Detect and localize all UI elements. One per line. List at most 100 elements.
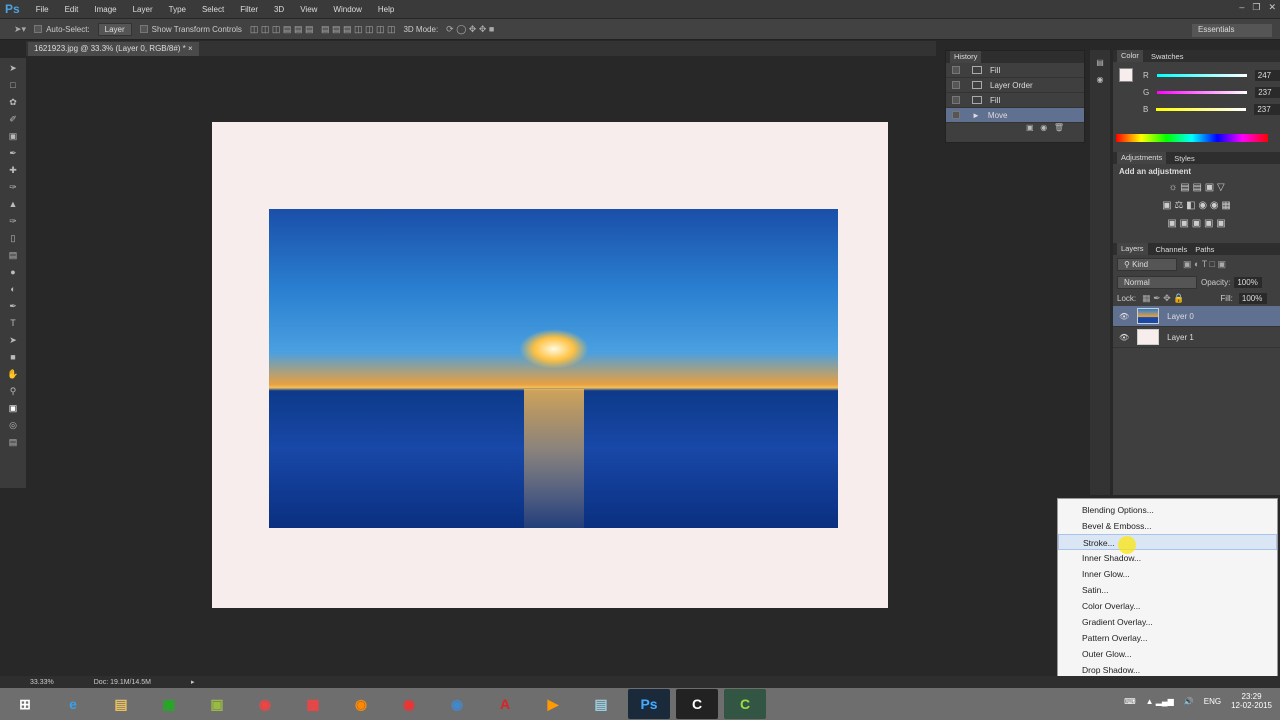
photoshop-taskbar-icon[interactable]: Ps (628, 689, 670, 719)
dodge-tool-icon[interactable]: ◐ (10, 283, 15, 296)
menu-item-inner-glow[interactable]: Inner Glow... (1058, 566, 1277, 582)
camtasia-icon[interactable]: C (676, 689, 718, 719)
auto-select-checkbox[interactable]: Auto-Select: (34, 25, 90, 34)
quick-mask-icon[interactable]: ◎ (9, 419, 17, 432)
network-icon[interactable]: ▲ ▂▄▆ (1146, 697, 1174, 706)
language-indicator[interactable]: ENG (1204, 697, 1221, 706)
color-swatches-icon[interactable]: ▣ (9, 402, 18, 415)
brush-tool-icon[interactable]: ✑ (9, 181, 17, 194)
clock[interactable]: 23:29 12-02-2015 (1231, 692, 1272, 710)
tab-styles[interactable]: Styles (1174, 154, 1194, 163)
menu-layer[interactable]: Layer (125, 5, 161, 14)
store-icon[interactable]: ▣ (148, 689, 190, 719)
menu-item-stroke[interactable]: Stroke... (1058, 534, 1277, 550)
lasso-tool-icon[interactable]: ✿ (9, 96, 17, 109)
screen-mode-icon[interactable]: ▤ (9, 436, 18, 449)
start-button-icon[interactable]: ⊞ (4, 689, 46, 719)
minimize-icon[interactable]: – (1239, 2, 1244, 13)
eye-icon[interactable]: 👁 (1119, 333, 1129, 342)
type-tool-icon[interactable]: T (10, 317, 16, 330)
history-brush-icon[interactable]: ✑ (9, 215, 17, 228)
sunset-ocean-image[interactable] (269, 209, 838, 528)
camtasia-recorder-icon[interactable]: C (724, 689, 766, 719)
auto-select-dropdown[interactable]: Layer (97, 22, 132, 36)
path-select-tool-icon[interactable]: ➤ (9, 334, 17, 347)
fill-input[interactable]: 100% (1238, 293, 1267, 304)
doc-size[interactable]: Doc: 19.1M/14.5M (94, 679, 151, 686)
apps-grid-icon[interactable]: ▦ (292, 689, 334, 719)
workspace-dropdown[interactable]: Essentials (1192, 24, 1272, 37)
foreground-color[interactable] (1119, 68, 1133, 82)
menu-filter[interactable]: Filter (232, 5, 266, 14)
acrobat-icon[interactable]: A (484, 689, 526, 719)
menu-item-inner-shadow[interactable]: Inner Shadow... (1058, 550, 1277, 566)
history-item[interactable]: Fill (946, 93, 1084, 108)
healing-tool-icon[interactable]: ✚ (9, 164, 17, 177)
history-item[interactable]: Fill (946, 63, 1084, 78)
tab-layers[interactable]: Layers (1117, 243, 1148, 255)
app-icon[interactable]: ▣ (196, 689, 238, 719)
3d-mode-icons[interactable]: ⟳ ◯ ✥ ✥ ■ (446, 24, 494, 35)
zoom-tool-icon[interactable]: ⚲ (10, 385, 17, 398)
move-tool-icon[interactable]: ➤▾ (14, 24, 26, 35)
align-icons[interactable]: ◫ ◫ ◫ ▤ ▤ ▤ ▤ ▤ ▤ ◫ ◫ ◫ ◫ (250, 24, 396, 35)
menu-select[interactable]: Select (194, 5, 232, 14)
menu-window[interactable]: Window (325, 5, 369, 14)
color-spectrum[interactable] (1116, 134, 1268, 142)
menu-item-outer-glow[interactable]: Outer Glow... (1058, 646, 1277, 662)
media-app-icon[interactable]: ◉ (388, 689, 430, 719)
move-tool-icon[interactable]: ➤ (9, 62, 17, 75)
history-item[interactable]: Layer Order (946, 78, 1084, 93)
browser-icon[interactable]: ◉ (436, 689, 478, 719)
keyboard-icon[interactable]: ⌨ (1124, 697, 1136, 706)
layer-filter-icons[interactable]: ▣ ◐ T □ ▣ (1183, 259, 1226, 270)
blur-tool-icon[interactable]: ● (10, 266, 15, 279)
menu-image[interactable]: Image (86, 5, 124, 14)
menu-item-color-overlay[interactable]: Color Overlay... (1058, 598, 1277, 614)
b-value[interactable]: 237 (1254, 104, 1280, 115)
r-value[interactable]: 247 (1254, 70, 1280, 81)
r-slider[interactable] (1156, 74, 1247, 77)
close-icon[interactable]: ✕ (1268, 2, 1276, 13)
volume-icon[interactable]: 🔊 (1184, 697, 1194, 706)
menu-help[interactable]: Help (370, 5, 402, 14)
menu-item-bevel-emboss[interactable]: Bevel & Emboss... (1058, 518, 1277, 534)
zoom-level[interactable]: 33.33% (30, 679, 54, 686)
menu-view[interactable]: View (292, 5, 325, 14)
eyedropper-tool-icon[interactable]: ✒ (9, 147, 17, 160)
menu-file[interactable]: File (28, 5, 57, 14)
layer-row[interactable]: 👁 Layer 0 (1113, 306, 1280, 327)
eye-icon[interactable]: 👁 (1119, 312, 1129, 321)
document-tab[interactable]: 1621923.jpg @ 33.3% (Layer 0, RGB/8#) * … (28, 42, 199, 56)
g-value[interactable]: 237 (1255, 87, 1280, 98)
menu-type[interactable]: Type (161, 5, 194, 14)
file-explorer-icon[interactable]: ▤ (100, 689, 142, 719)
layer-filter-dropdown[interactable]: ⚲ Kind (1117, 258, 1177, 271)
menu-3d[interactable]: 3D (266, 5, 292, 14)
hand-tool-icon[interactable]: ✋ (7, 368, 18, 381)
tab-paths[interactable]: Paths (1195, 245, 1214, 254)
history-item-active[interactable]: ► Move (946, 108, 1084, 123)
opacity-input[interactable]: 100% (1234, 277, 1263, 288)
quick-select-tool-icon[interactable]: ✐ (9, 113, 17, 126)
gradient-tool-icon[interactable]: ▤ (9, 249, 18, 262)
internet-explorer-icon[interactable]: e (52, 689, 94, 719)
notes-icon[interactable]: ▤ (580, 689, 622, 719)
crop-tool-icon[interactable]: ▣ (9, 130, 18, 143)
tab-channels[interactable]: Channels (1156, 245, 1188, 254)
g-slider[interactable] (1157, 91, 1248, 94)
chrome-icon[interactable]: ◉ (244, 689, 286, 719)
eraser-tool-icon[interactable]: ▯ (11, 232, 16, 245)
tab-adjustments[interactable]: Adjustments (1117, 152, 1167, 164)
tab-color[interactable]: Color (1117, 50, 1143, 62)
marquee-tool-icon[interactable]: □ (10, 79, 15, 92)
menu-edit[interactable]: Edit (57, 5, 87, 14)
stamp-tool-icon[interactable]: ▲ (9, 198, 18, 211)
close-tab-icon[interactable]: × (188, 44, 193, 53)
history-tab[interactable]: History (950, 51, 982, 63)
layer-row[interactable]: 👁 Layer 1 (1113, 327, 1280, 348)
history-footer-icons[interactable]: ▣ ◉ 🗑 (946, 123, 1084, 132)
adjustment-icons[interactable]: ☼ ▤ ▤ ▣ ▽ ▣ ⚖ ◧ ◉ ◉ ▦ ▣ ▣ ▣ ▣ ▣ (1113, 179, 1280, 233)
lock-icons[interactable]: ▦ ✒ ✥ 🔒 (1142, 293, 1184, 304)
menu-item-gradient-overlay[interactable]: Gradient Overlay... (1058, 614, 1277, 630)
